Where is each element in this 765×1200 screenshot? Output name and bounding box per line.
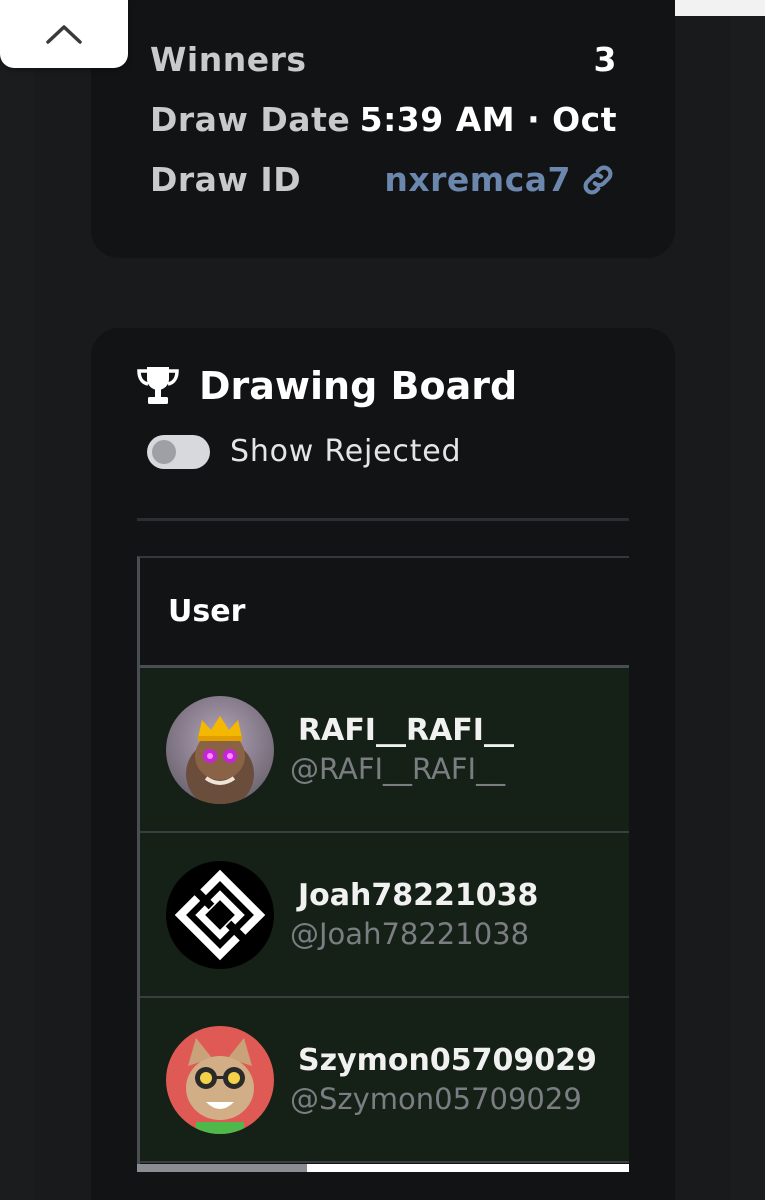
user-text: Szymon05709029 @Szymon05709029 [290,1043,597,1116]
table-header: User [140,558,629,668]
user-display-name: Szymon05709029 [298,1043,597,1078]
user-display-name: Joah78221038 [298,878,539,913]
show-rejected-toggle[interactable] [147,434,210,469]
scrollbar-thumb[interactable] [137,1164,307,1172]
draw-id-link[interactable]: nxremca7 [384,160,617,199]
chevron-up-icon [46,25,82,44]
user-handle: @Szymon05709029 [290,1082,582,1116]
winners-row: Winners 3 [150,40,617,79]
table-row[interactable]: Szymon05709029 @Szymon05709029 [140,998,629,1163]
user-avatar [166,1025,274,1134]
toggle-knob [152,439,176,464]
user-text: Joah78221038 @Joah78221038 [290,878,538,951]
page: Winners 3 Draw Date 5:39 AM · Oct Draw I… [0,0,765,1200]
draw-date-label: Draw Date [150,100,351,139]
draw-id-label: Draw ID [150,160,302,199]
draw-date-value: 5:39 AM · Oct [359,100,617,139]
crown-avatar-icon [166,695,274,804]
draw-info-card: Winners 3 Draw Date 5:39 AM · Oct Draw I… [91,0,675,258]
trophy-icon [137,367,179,404]
participants-table: User RAFI__RAFI__ @RAFI__RAFI__ Joah7822… [137,556,629,1172]
show-rejected-row: Show Rejected [147,434,461,469]
table-row[interactable]: Joah78221038 @Joah78221038 [140,833,629,998]
geometric-logo-avatar-icon [166,860,274,969]
user-handle: @Joah78221038 [290,917,530,951]
user-text: RAFI__RAFI__ @RAFI__RAFI__ [290,713,514,786]
winners-value: 3 [593,40,617,79]
table-row[interactable]: RAFI__RAFI__ @RAFI__RAFI__ [140,668,629,833]
winners-label: Winners [150,40,307,79]
divider [137,518,629,521]
drawing-board-card: Drawing Board Show Rejected User RAFI__R… [91,328,675,1200]
column-header-user: User [168,594,246,629]
user-avatar [166,860,274,969]
collapse-button[interactable] [0,0,128,68]
show-rejected-label: Show Rejected [230,434,462,469]
cat-avatar-icon [166,1025,274,1134]
board-title: Drawing Board [135,364,517,408]
user-avatar [166,695,274,804]
draw-id-value[interactable]: nxremca7 [384,160,571,199]
draw-id-row: Draw ID nxremca7 [150,160,617,199]
user-display-name: RAFI__RAFI__ [298,713,514,748]
draw-date-row: Draw Date 5:39 AM · Oct [150,100,617,139]
link-icon [583,165,613,194]
board-title-text: Drawing Board [199,364,518,408]
user-handle: @RAFI__RAFI__ [290,752,506,786]
horizontal-scrollbar[interactable] [137,1164,629,1172]
